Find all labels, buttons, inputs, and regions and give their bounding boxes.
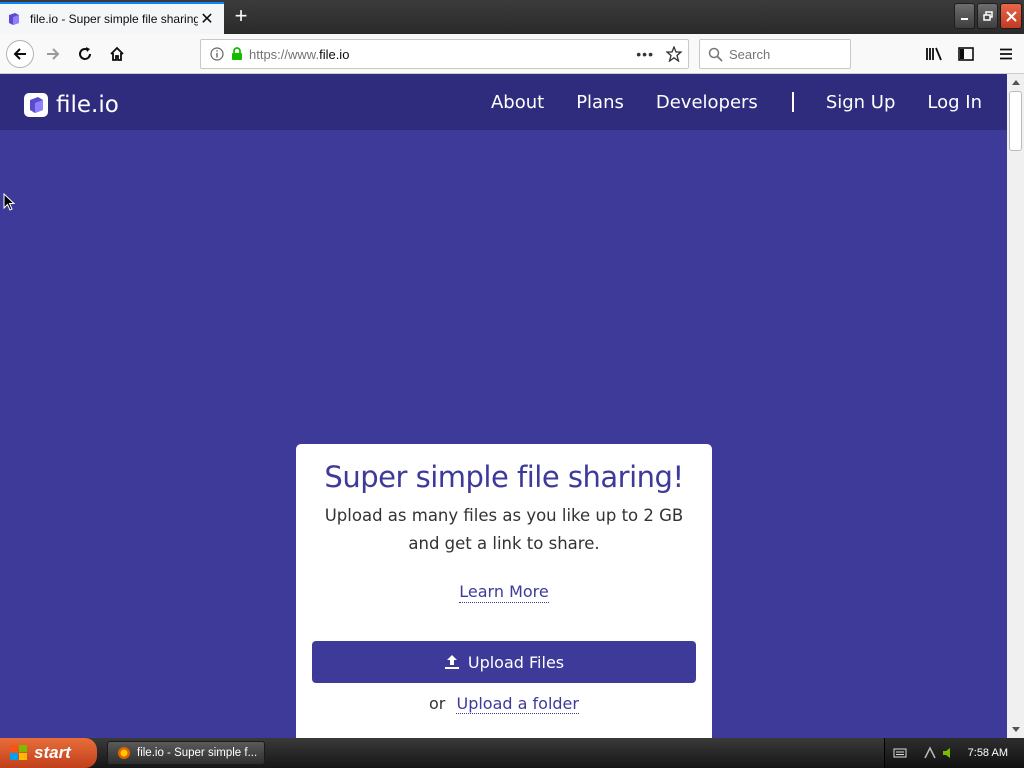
new-tab-icon[interactable]: +: [230, 4, 252, 28]
upload-icon: [444, 655, 459, 669]
forward-arrow-icon: [47, 48, 60, 60]
menu-button[interactable]: [992, 40, 1020, 68]
hamburger-menu-icon: [1000, 48, 1012, 60]
taskbar-item-label: file.io - Super simple f...: [137, 747, 258, 759]
scroll-down-arrow-icon[interactable]: [1007, 721, 1024, 738]
fileio-favicon-icon: [9, 13, 19, 25]
sidebar-icon: [958, 47, 974, 61]
lock-icon[interactable]: [231, 47, 243, 61]
network-icon[interactable]: [923, 746, 937, 760]
bookmark-star-icon[interactable]: [666, 46, 682, 62]
url-bar[interactable]: https://www.file.io •••: [200, 39, 689, 69]
windows-flag-icon: [10, 745, 27, 760]
site-navbar: file.io About Plans Developers Sign Up L…: [0, 74, 1007, 130]
restore-button[interactable]: [977, 3, 998, 29]
volume-icon[interactable]: [941, 746, 955, 760]
start-button[interactable]: start: [0, 738, 97, 768]
close-window-button[interactable]: [1000, 3, 1022, 29]
upload-folder-link[interactable]: Upload a folder: [456, 694, 579, 714]
restore-icon: [982, 11, 993, 21]
mouse-cursor-icon: [3, 193, 15, 211]
page-actions-icon[interactable]: •••: [636, 46, 654, 62]
home-icon: [110, 46, 124, 61]
vertical-scrollbar[interactable]: [1007, 74, 1024, 738]
firefox-icon: [118, 747, 130, 759]
search-bar[interactable]: [699, 39, 851, 69]
upload-files-button[interactable]: Upload Files: [312, 641, 696, 683]
tab-strip: file.io - Super simple file sharing ✕ +: [0, 0, 1024, 34]
upload-folder-row: or Upload a folder: [296, 694, 712, 714]
tab-title: file.io - Super simple file sharing: [30, 12, 198, 26]
reload-button[interactable]: [71, 40, 99, 68]
sidebar-button[interactable]: [952, 40, 980, 68]
taskbar-firefox-item[interactable]: file.io - Super simple f...: [107, 741, 265, 765]
nav-divider: [791, 92, 794, 112]
browser-tab[interactable]: file.io - Super simple file sharing ✕: [0, 2, 224, 34]
nav-plans[interactable]: Plans: [576, 92, 624, 113]
start-label: start: [34, 743, 71, 762]
browser-toolbar: https://www.file.io •••: [0, 34, 1024, 74]
upload-files-label: Upload Files: [467, 652, 565, 672]
close-tab-icon[interactable]: ✕: [198, 9, 216, 29]
site-logo[interactable]: file.io: [24, 92, 119, 118]
back-arrow-icon: [13, 48, 26, 60]
library-button[interactable]: [920, 40, 948, 68]
minimize-button[interactable]: [954, 3, 975, 29]
nav-developers[interactable]: Developers: [656, 92, 758, 113]
hero-title: Super simple file sharing!: [324, 460, 684, 494]
scrollbar-thumb[interactable]: [1009, 91, 1022, 151]
window-controls: [954, 3, 1022, 29]
search-input[interactable]: [729, 46, 839, 62]
reload-icon: [79, 47, 91, 60]
home-button[interactable]: [103, 40, 131, 68]
system-tray: 7:58 AM: [884, 738, 1024, 768]
learn-more-link[interactable]: Learn More: [459, 582, 549, 603]
upload-card: Super simple file sharing! Upload as man…: [296, 444, 712, 738]
nav-links: About Plans Developers Sign Up Log In: [459, 74, 982, 130]
logo-text: file.io: [56, 92, 119, 118]
url-text: https://www.file.io: [249, 46, 350, 62]
minimize-icon: [961, 17, 968, 20]
nav-about[interactable]: About: [491, 92, 544, 113]
nav-log-in[interactable]: Log In: [927, 92, 982, 113]
fileio-logo-icon: [24, 93, 48, 117]
forward-button[interactable]: [39, 40, 67, 68]
info-icon[interactable]: [210, 47, 224, 61]
scroll-up-arrow-icon[interactable]: [1007, 74, 1024, 91]
nav-sign-up[interactable]: Sign Up: [826, 92, 896, 113]
close-icon: [1005, 10, 1017, 22]
back-button[interactable]: [6, 40, 34, 68]
library-icon: [926, 47, 942, 61]
or-text: or: [429, 694, 446, 713]
web-page: file.io About Plans Developers Sign Up L…: [0, 74, 1007, 738]
keyboard-icon[interactable]: [893, 747, 907, 759]
taskbar: start file.io - Super simple f... 7:58 A…: [0, 738, 1024, 768]
clock: 7:58 AM: [967, 747, 1008, 759]
search-icon: [708, 47, 723, 62]
hero-subtitle: Upload as many files as you like up to 2…: [324, 506, 684, 553]
